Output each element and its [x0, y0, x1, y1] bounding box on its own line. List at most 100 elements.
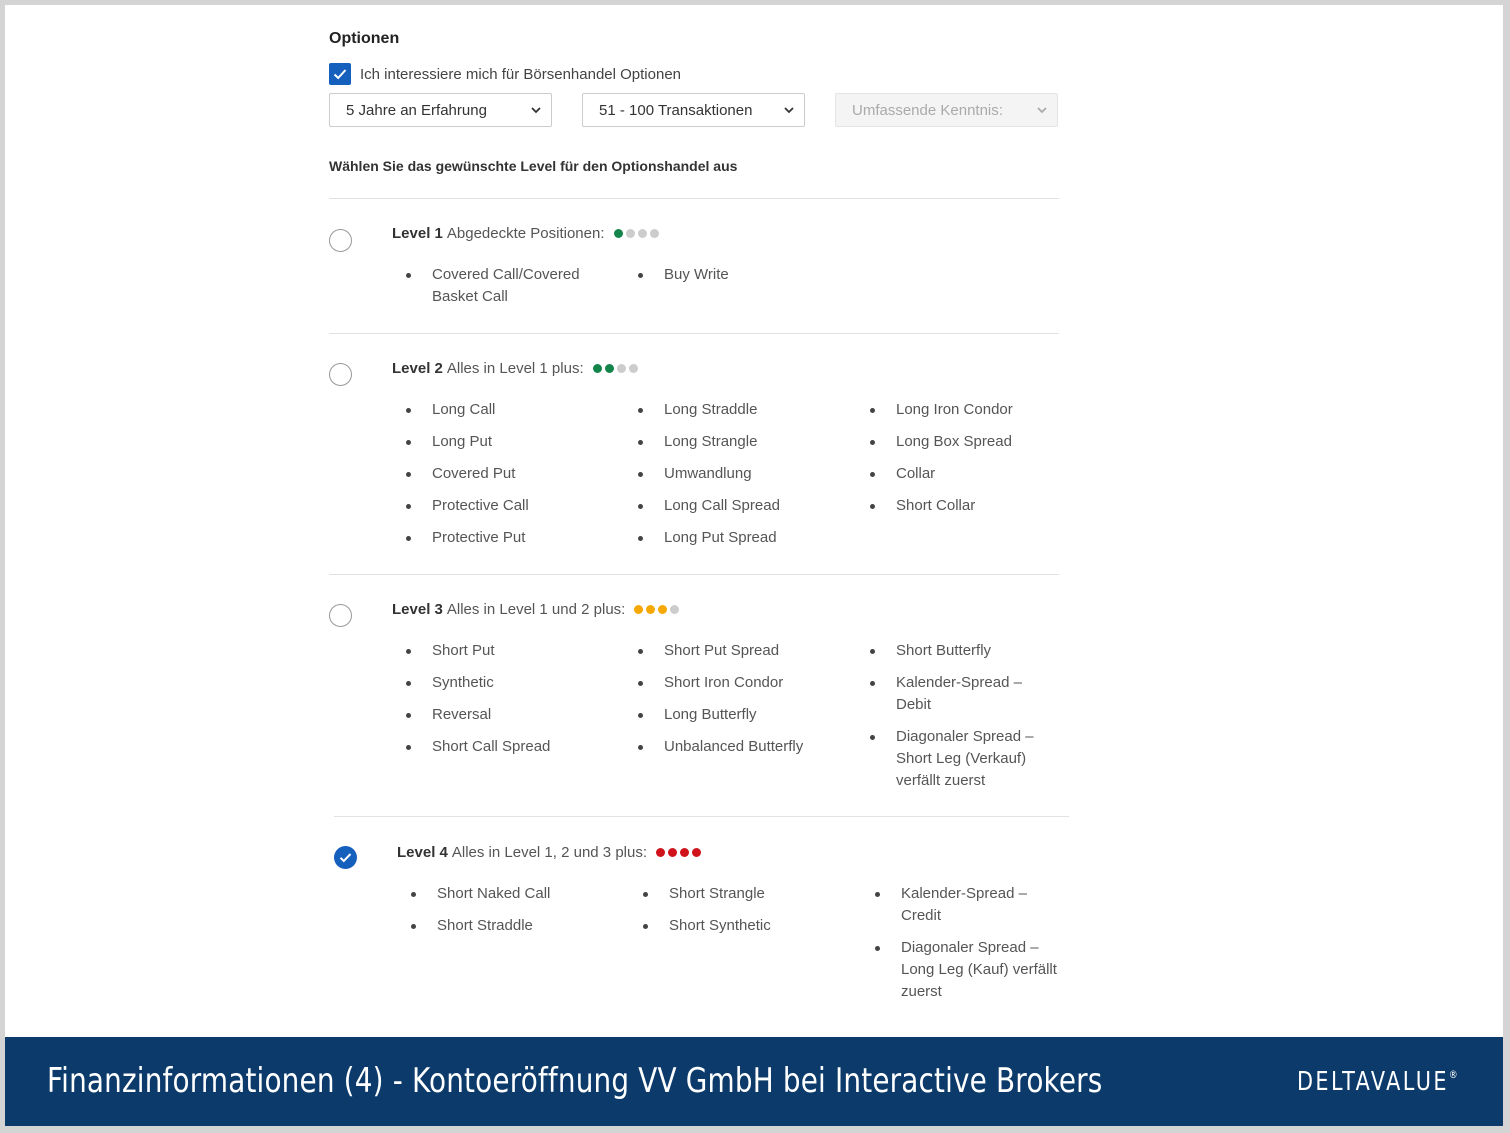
- strategy-column: Long Straddle Long Strangle Umwandlung L…: [636, 399, 836, 559]
- strategy-column: Long Iron Condor Long Box Spread Collar …: [868, 399, 1068, 527]
- list-item: Long Strangle: [636, 431, 836, 453]
- level-description: Abgedeckte Positionen:: [446, 225, 605, 242]
- chevron-down-icon: [784, 107, 794, 114]
- level-4-radio[interactable]: [334, 846, 357, 869]
- risk-dot: [668, 848, 677, 857]
- knowledge-select[interactable]: Umfassende Kenntnis:: [835, 93, 1058, 127]
- chevron-down-icon: [1037, 107, 1047, 114]
- logo-text: DELTAVALUE: [1297, 1067, 1449, 1097]
- list-item: Long Call: [404, 399, 604, 421]
- list-item: Long Straddle: [636, 399, 836, 421]
- level-1-header: Level 1 Abgedeckte Positionen:: [392, 225, 659, 242]
- list-item: Reversal: [404, 704, 604, 726]
- strategy-column: Covered Call/Covered Basket Call: [404, 264, 594, 318]
- experience-selects: 5 Jahre an Erfahrung 51 - 100 Transaktio…: [329, 93, 1059, 127]
- level-label: Level 4: [397, 844, 448, 861]
- level-description: Alles in Level 1 plus:: [446, 360, 584, 377]
- list-item: Short Put: [404, 640, 604, 662]
- list-item: Short Collar: [868, 495, 1068, 517]
- risk-dot: [680, 848, 689, 857]
- level-3-header: Level 3 Alles in Level 1 und 2 plus:: [392, 601, 680, 618]
- list-item: Short Naked Call: [409, 883, 609, 905]
- footer-title: Finanzinformationen (4) - Kontoeröffnung…: [47, 1061, 1103, 1101]
- list-item: Synthetic: [404, 672, 604, 694]
- risk-dot: [604, 364, 614, 373]
- level-3-radio[interactable]: [329, 604, 352, 627]
- list-item: Buy Write: [636, 264, 836, 286]
- level-1-option[interactable]: Level 1 Abgedeckte Positionen: Covered C…: [329, 198, 1069, 333]
- interest-checkbox[interactable]: [329, 63, 351, 85]
- risk-dot: [592, 364, 602, 373]
- checkmark-icon: [339, 853, 352, 863]
- level-2-radio[interactable]: [329, 363, 352, 386]
- list-item: Unbalanced Butterfly: [636, 736, 836, 758]
- list-item: Long Call Spread: [636, 495, 836, 517]
- transactions-select[interactable]: 51 - 100 Transaktionen: [582, 93, 805, 127]
- level-3-option[interactable]: Level 3 Alles in Level 1 und 2 plus: Sho…: [329, 574, 1069, 817]
- risk-dot: [616, 364, 626, 373]
- experience-select[interactable]: 5 Jahre an Erfahrung: [329, 93, 552, 127]
- list-item: Kalender-Spread – Credit: [873, 883, 1043, 927]
- strategy-column: Buy Write: [636, 264, 836, 296]
- list-item: Short Put Spread: [636, 640, 836, 662]
- risk-dot: [628, 364, 638, 373]
- list-item: Diagonaler Spread – Long Leg (Kauf) verf…: [873, 937, 1065, 1003]
- list-item: Umwandlung: [636, 463, 836, 485]
- list-item: Collar: [868, 463, 1068, 485]
- risk-dots: [656, 848, 701, 857]
- risk-dot: [670, 605, 680, 614]
- risk-dot: [692, 848, 701, 857]
- deltavalue-logo: DELTAVALUE®: [1297, 1067, 1458, 1097]
- risk-dots: [634, 605, 680, 614]
- level-prompt: Wählen Sie das gewünschte Level für den …: [329, 158, 738, 174]
- list-item: Short Strangle: [641, 883, 841, 905]
- list-item: Long Put Spread: [636, 527, 836, 549]
- strategy-column: Short Put Spread Short Iron Condor Long …: [636, 640, 836, 768]
- risk-dot: [658, 605, 668, 614]
- level-label: Level 1: [392, 225, 443, 242]
- screenshot-frame: Optionen Ich interessiere mich für Börse…: [5, 5, 1503, 1126]
- strategy-column: Long Call Long Put Covered Put Protectiv…: [404, 399, 604, 559]
- risk-dot: [646, 605, 656, 614]
- risk-dot: [649, 229, 659, 238]
- footer-banner: Finanzinformationen (4) - Kontoeröffnung…: [5, 1037, 1503, 1126]
- level-description: Alles in Level 1 und 2 plus:: [446, 601, 626, 618]
- list-item: Short Synthetic: [641, 915, 841, 937]
- strategy-column: Short Naked Call Short Straddle: [409, 883, 609, 947]
- list-item: Covered Put: [404, 463, 604, 485]
- list-item: Covered Call/Covered Basket Call: [404, 264, 589, 308]
- list-item: Short Straddle: [409, 915, 609, 937]
- list-item: Short Iron Condor: [636, 672, 836, 694]
- list-item: Protective Put: [404, 527, 604, 549]
- experience-select-value: 5 Jahre an Erfahrung: [346, 101, 487, 119]
- level-label: Level 3: [392, 601, 443, 618]
- level-2-header: Level 2 Alles in Level 1 plus:: [392, 360, 638, 377]
- interest-label: Ich interessiere mich für Börsenhandel O…: [360, 65, 682, 83]
- list-item: Long Box Spread: [868, 431, 1068, 453]
- list-item: Short Butterfly: [868, 640, 1063, 662]
- level-description: Alles in Level 1, 2 und 3 plus:: [451, 844, 647, 861]
- level-4-header: Level 4 Alles in Level 1, 2 und 3 plus:: [397, 844, 701, 861]
- risk-dot: [625, 229, 635, 238]
- strategy-column: Short Strangle Short Synthetic: [641, 883, 841, 947]
- list-item: Kalender-Spread – Debit: [868, 672, 1038, 716]
- level-1-radio[interactable]: [329, 229, 352, 252]
- level-4-option[interactable]: Level 4 Alles in Level 1, 2 und 3 plus: …: [329, 817, 1069, 1027]
- checkmark-icon: [333, 69, 347, 80]
- risk-dot: [656, 848, 665, 857]
- list-item: Long Butterfly: [636, 704, 836, 726]
- strategy-column: Short Butterfly Kalender-Spread – Debit …: [868, 640, 1063, 802]
- list-item: Long Iron Condor: [868, 399, 1068, 421]
- interest-row: Ich interessiere mich für Börsenhandel O…: [329, 63, 681, 85]
- chevron-down-icon: [531, 107, 541, 114]
- risk-dot: [634, 605, 644, 614]
- risk-dot: [613, 229, 623, 238]
- risk-dots: [592, 364, 638, 373]
- strategy-column: Short Put Synthetic Reversal Short Call …: [404, 640, 604, 768]
- list-item: Short Call Spread: [404, 736, 604, 758]
- knowledge-select-value: Umfassende Kenntnis:: [852, 101, 1003, 119]
- transactions-select-value: 51 - 100 Transaktionen: [599, 101, 753, 119]
- level-2-option[interactable]: Level 2 Alles in Level 1 plus: Long Call…: [329, 333, 1069, 575]
- section-title: Optionen: [329, 30, 400, 47]
- list-item: Protective Call: [404, 495, 604, 517]
